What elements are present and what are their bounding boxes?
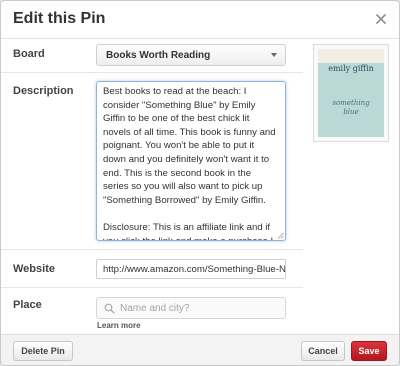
cover-author: emily giffin: [328, 64, 374, 73]
pin-image-thumbnail: emily giffin something blue: [313, 44, 389, 142]
dialog-header: Edit this Pin: [1, 1, 399, 39]
cover-top-band: [318, 49, 384, 63]
cover-title: something blue: [318, 99, 384, 117]
board-label: Board: [13, 48, 45, 60]
delete-pin-button[interactable]: Delete Pin: [13, 341, 73, 361]
description-paragraph-2: Disclosure: This is an affiliate link an…: [103, 221, 273, 240]
search-icon: [104, 303, 115, 314]
divider: [1, 287, 303, 288]
place-input[interactable]: Name and city?: [96, 297, 286, 319]
cancel-button[interactable]: Cancel: [301, 341, 345, 361]
place-label: Place: [13, 299, 42, 311]
cover-title-line-2: blue: [343, 108, 359, 116]
close-button[interactable]: [371, 9, 391, 29]
website-input[interactable]: http://www.amazon.com/Something-Blue-Nov…: [96, 259, 286, 279]
divider: [1, 72, 303, 73]
close-icon: [376, 14, 386, 24]
description-paragraph-1: Best books to read at the beach: I consi…: [103, 86, 276, 206]
save-button[interactable]: Save: [351, 341, 387, 361]
book-cover-image: emily giffin something blue: [318, 49, 384, 137]
cover-title-line-1: something: [332, 99, 370, 107]
caret-down-icon: [271, 53, 277, 57]
description-label: Description: [13, 85, 74, 97]
board-selected-value: Books Worth Reading: [106, 50, 211, 61]
board-select[interactable]: Books Worth Reading: [96, 44, 286, 66]
place-placeholder: Name and city?: [120, 303, 190, 314]
description-textarea[interactable]: Best books to read at the beach: I consi…: [96, 81, 286, 241]
dialog-title: Edit this Pin: [13, 10, 106, 27]
resize-handle-icon[interactable]: [277, 232, 284, 239]
divider: [1, 249, 303, 250]
edit-pin-dialog: Edit this Pin Board Books Worth Reading …: [0, 0, 400, 366]
learn-more-link[interactable]: Learn more: [97, 321, 141, 330]
website-label: Website: [13, 263, 55, 275]
dialog-footer: Delete Pin Cancel Save: [1, 334, 399, 365]
